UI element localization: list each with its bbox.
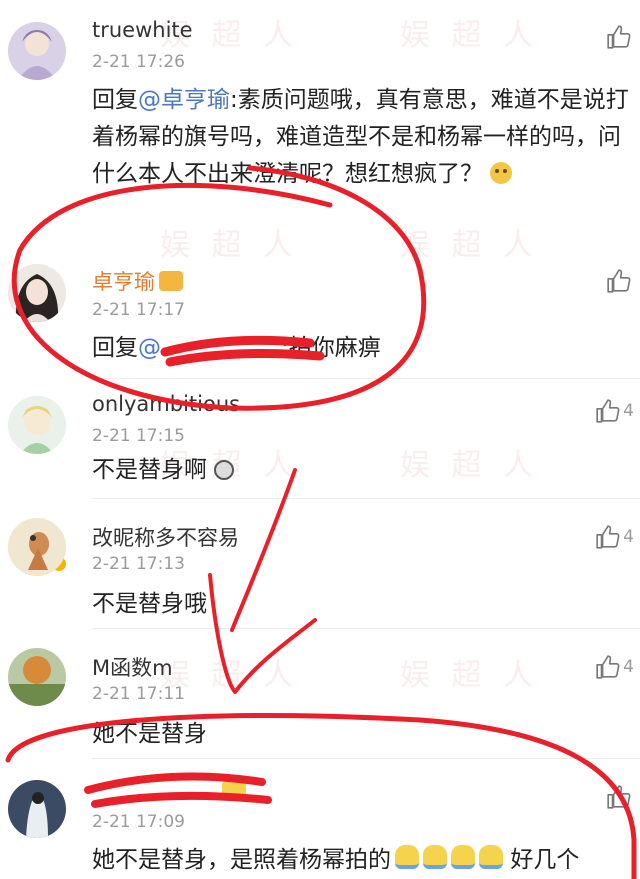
comment-item: truewhite 2-21 17:26 回复@卓亨瑜:素质问题哦，真有意思，难… <box>0 0 640 250</box>
divider <box>92 628 640 629</box>
thumb-up-icon <box>607 785 631 809</box>
divider <box>92 378 640 379</box>
comment-body: 不是替身啊 <box>92 457 207 483</box>
thumb-up-icon <box>596 655 620 679</box>
mention-link[interactable]: @ <box>138 335 161 361</box>
chick-emoji-icon <box>423 845 447 869</box>
comment-body: 不是替身哦 <box>92 591 207 617</box>
like-button[interactable]: 4 <box>595 524 634 550</box>
comment-item: 改昵称多不容易 2-21 17:13 4 不是替身哦 <box>0 500 640 630</box>
timestamp: 2-21 17:11 <box>92 684 185 704</box>
comment-item: 2-21 17:09 她不是替身，是照着杨幂拍的 好几个 <box>0 760 640 879</box>
thumb-up-icon <box>607 269 631 293</box>
comment-text: 她不是替身 <box>92 716 632 753</box>
comment-text: 不是替身哦 <box>92 586 632 623</box>
divider <box>92 498 640 499</box>
comment-item: M函数m 2-21 17:11 4 她不是替身 <box>0 630 640 760</box>
reply-prefix: 回复 <box>92 87 138 113</box>
timestamp: 2-21 17:26 <box>92 52 185 72</box>
mention-link[interactable]: @卓亨瑜 <box>138 87 230 113</box>
username[interactable] <box>92 776 246 803</box>
comment-body: :拍你麻痹 <box>281 335 381 361</box>
like-count: 4 <box>623 657 634 677</box>
comment-text: 回复@卓亨瑜:素质问题哦，真有意思，难道不是说打着杨幂的旗号吗，难道造型不是和杨… <box>92 82 632 193</box>
comment-item: 卓亨瑜 2-21 17:17 回复@ :拍你麻痹 <box>0 250 640 573</box>
smile-emoji-icon <box>490 162 513 184</box>
comment-text: 回复@ :拍你麻痹 <box>92 330 632 367</box>
comment-text: 不是替身啊 <box>92 452 632 489</box>
chick-emoji-icon <box>395 845 419 869</box>
divider <box>92 758 640 759</box>
username-text: 卓亨瑜 <box>92 270 155 294</box>
crown-badge-icon <box>159 271 183 291</box>
avatar[interactable] <box>8 396 66 454</box>
panda-emoji-icon <box>214 460 235 480</box>
chick-emoji-icon <box>479 845 503 869</box>
thumb-up-icon <box>607 25 631 49</box>
avatar[interactable] <box>8 648 66 706</box>
timestamp: 2-21 17:09 <box>92 812 185 832</box>
comment-body: 她不是替身，是照着杨幂拍的 <box>92 847 391 873</box>
username[interactable]: M函数m <box>92 652 173 682</box>
like-button[interactable] <box>606 268 634 294</box>
username[interactable]: 改昵称多不容易 <box>92 522 239 552</box>
avatar[interactable] <box>8 22 66 80</box>
comment-suffix: 好几个 <box>510 847 580 873</box>
thumb-up-icon <box>596 399 620 423</box>
like-button[interactable]: 4 <box>595 398 634 424</box>
reply-prefix: 回复 <box>92 335 138 361</box>
chick-emoji-icon <box>451 845 475 869</box>
like-button[interactable] <box>606 24 634 50</box>
chick-emoji-icon <box>222 776 246 800</box>
timestamp: 2-21 17:17 <box>92 300 185 320</box>
thumb-up-icon <box>596 525 620 549</box>
username[interactable]: truewhite <box>92 18 193 42</box>
username[interactable]: onlyambitious <box>92 392 240 416</box>
like-button[interactable] <box>606 784 634 810</box>
avatar[interactable] <box>8 264 66 322</box>
like-count: 4 <box>623 527 634 547</box>
avatar[interactable] <box>8 780 66 838</box>
comment-item: onlyambitious 2-21 17:15 4 不是替身啊 <box>0 380 640 500</box>
comment-text: 她不是替身，是照着杨幂拍的 好几个 <box>92 842 632 879</box>
avatar[interactable] <box>8 518 66 576</box>
like-button[interactable]: 4 <box>595 654 634 680</box>
timestamp: 2-21 17:15 <box>92 426 185 446</box>
like-count: 4 <box>623 401 634 421</box>
comment-body: 她不是替身 <box>92 721 207 747</box>
timestamp: 2-21 17:13 <box>92 554 185 574</box>
username[interactable]: 卓亨瑜 <box>92 266 183 296</box>
